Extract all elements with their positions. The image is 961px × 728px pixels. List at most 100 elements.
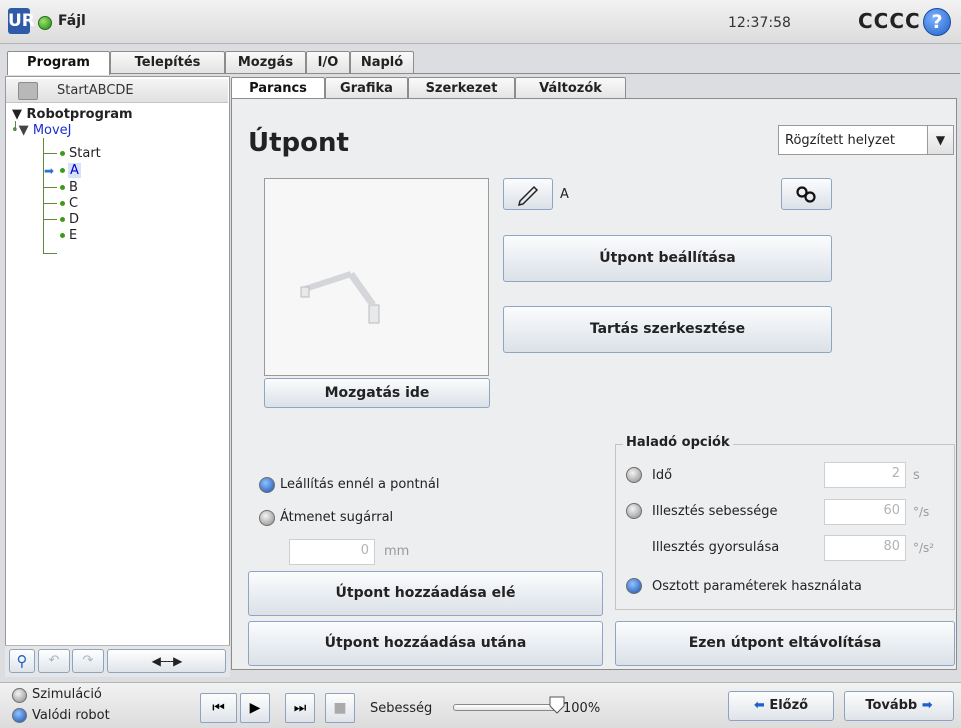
robot-pose-preview xyxy=(264,178,489,376)
waypoint-dot-icon xyxy=(60,185,65,190)
tree-connector xyxy=(43,138,44,254)
tree-node-movej[interactable]: •▼ MoveJ xyxy=(11,123,72,138)
ur-logo: UR xyxy=(8,8,35,34)
tree-node-b[interactable]: B xyxy=(69,180,78,195)
tree-connector xyxy=(43,253,57,254)
remove-waypoint-button[interactable]: Ezen útpont eltávolítása xyxy=(615,621,955,666)
waypoint-dot-icon xyxy=(60,201,65,206)
joint-accel-input[interactable]: 80 xyxy=(824,535,906,561)
tab-io[interactable]: I/O xyxy=(306,51,350,73)
simulation-radio[interactable] xyxy=(12,688,27,703)
joint-speed-label: Illesztés sebessége xyxy=(652,504,778,519)
waypoint-name: A xyxy=(560,187,569,202)
joint-speed-input[interactable]: 60 xyxy=(824,499,906,525)
tab-structure[interactable]: Szerkezet xyxy=(408,77,515,99)
waypoint-dot-icon xyxy=(60,217,65,222)
simulation-label: Szimuláció xyxy=(32,687,102,702)
program-tree-panel xyxy=(5,76,230,671)
shared-params-label: Osztott paraméterek használata xyxy=(652,579,862,594)
clock: 12:37:58 xyxy=(728,15,791,31)
waypoint-dot-icon xyxy=(60,233,65,238)
blend-radius-radio[interactable] xyxy=(259,510,275,526)
waypoint-dot-icon xyxy=(60,168,65,173)
next-button[interactable]: Tovább ➡ xyxy=(844,691,954,721)
time-label: Idő xyxy=(652,468,673,483)
time-unit: s xyxy=(913,468,920,483)
program-name: StartABCDE xyxy=(57,83,134,98)
chain-link-icon xyxy=(796,186,816,203)
blend-radius-label: Átmenet sugárral xyxy=(280,510,394,525)
tree-connector xyxy=(43,219,57,220)
collapse-panel-arrow-icon[interactable]: ◀----▶ xyxy=(107,649,226,673)
tab-variables[interactable]: Változók xyxy=(515,77,626,99)
set-waypoint-button[interactable]: Útpont beállítása xyxy=(503,235,832,282)
previous-label: Előző xyxy=(769,698,809,713)
robot-name: CCCC xyxy=(858,9,921,33)
expand-triangle-icon: ▼ xyxy=(12,107,22,122)
save-icon[interactable] xyxy=(18,82,38,100)
arrow-right-icon: ➡ xyxy=(921,698,933,713)
page-title: Útpont xyxy=(248,128,349,158)
joint-accel-label: Illesztés gyorsulása xyxy=(652,540,780,555)
blend-radius-input[interactable]: 0 xyxy=(289,539,375,565)
tree-label: Robotprogram xyxy=(26,107,133,122)
arrow-left-icon: ⬅ xyxy=(753,698,765,713)
robot-status-icon xyxy=(38,16,52,30)
help-icon[interactable]: ? xyxy=(923,8,951,36)
redo-icon[interactable]: ↷ xyxy=(72,649,104,673)
shared-params-radio[interactable] xyxy=(626,578,642,594)
robot-arm-illustration xyxy=(300,271,380,324)
rename-waypoint-button[interactable] xyxy=(503,178,553,210)
skip-to-start-icon[interactable]: ⏮ xyxy=(200,693,237,723)
chevron-down-icon: ▼ xyxy=(927,126,953,154)
tree-node-a-selected[interactable]: A xyxy=(68,163,81,178)
expand-triangle-icon: ▼ xyxy=(18,123,29,138)
link-waypoint-button[interactable] xyxy=(781,178,832,210)
time-radio[interactable] xyxy=(626,467,642,483)
real-robot-radio[interactable] xyxy=(12,708,27,723)
time-input[interactable]: 2 xyxy=(824,462,906,488)
tree-connector xyxy=(43,203,57,204)
stop-icon[interactable]: ■ xyxy=(325,693,355,723)
waypoint-dot-icon xyxy=(60,151,65,156)
joint-accel-unit: °/s² xyxy=(913,541,935,555)
stop-at-point-radio[interactable] xyxy=(259,477,275,493)
tree-connector xyxy=(43,187,57,188)
branch-icon: • xyxy=(11,123,19,138)
tab-graphics[interactable]: Grafika xyxy=(325,77,408,99)
tree-node-e[interactable]: E xyxy=(69,228,77,243)
move-here-button[interactable]: Mozgatás ide xyxy=(264,378,490,408)
header-bar xyxy=(0,0,961,44)
advanced-options-title: Haladó opciók xyxy=(623,435,733,450)
speed-slider-track[interactable] xyxy=(453,704,559,711)
tree-connector xyxy=(43,153,57,154)
speed-label: Sebesség xyxy=(370,701,433,716)
tab-move[interactable]: Mozgás xyxy=(225,51,306,73)
tab-divider xyxy=(110,73,960,74)
pencil-icon xyxy=(517,185,539,207)
previous-button[interactable]: ⬅ Előző xyxy=(728,691,834,721)
real-robot-label: Valódi robot xyxy=(32,708,110,723)
play-icon[interactable]: ▶ xyxy=(240,693,270,723)
tab-log[interactable]: Napló xyxy=(350,51,414,73)
edit-pose-button[interactable]: Tartás szerkesztése xyxy=(503,306,832,353)
tree-label: MoveJ xyxy=(32,123,72,138)
tree-node-d[interactable]: D xyxy=(69,212,79,227)
search-icon[interactable]: ⚲ xyxy=(9,649,35,673)
add-waypoint-after-button[interactable]: Útpont hozzáadása utána xyxy=(248,621,603,666)
stop-at-point-label: Leállítás ennél a pontnál xyxy=(280,477,440,492)
tree-node-c[interactable]: C xyxy=(69,196,78,211)
tab-installation[interactable]: Telepítés xyxy=(110,51,225,73)
add-waypoint-before-button[interactable]: Útpont hozzáadása elé xyxy=(248,571,603,616)
tab-program[interactable]: Program xyxy=(7,51,110,75)
next-label: Tovább xyxy=(865,698,918,713)
undo-icon[interactable]: ↶ xyxy=(38,649,70,673)
tree-node-robotprogram[interactable]: ▼ Robotprogram xyxy=(12,107,133,122)
step-icon[interactable]: ⏭ xyxy=(285,693,315,723)
current-pointer-icon: ➡ xyxy=(44,164,55,178)
position-mode-select[interactable]: Rögzített helyzet ▼ xyxy=(778,125,954,155)
tree-node-start[interactable]: Start xyxy=(69,146,101,161)
joint-speed-unit: °/s xyxy=(913,505,930,519)
file-menu[interactable]: Fájl xyxy=(58,13,86,29)
joint-speed-radio[interactable] xyxy=(626,503,642,519)
